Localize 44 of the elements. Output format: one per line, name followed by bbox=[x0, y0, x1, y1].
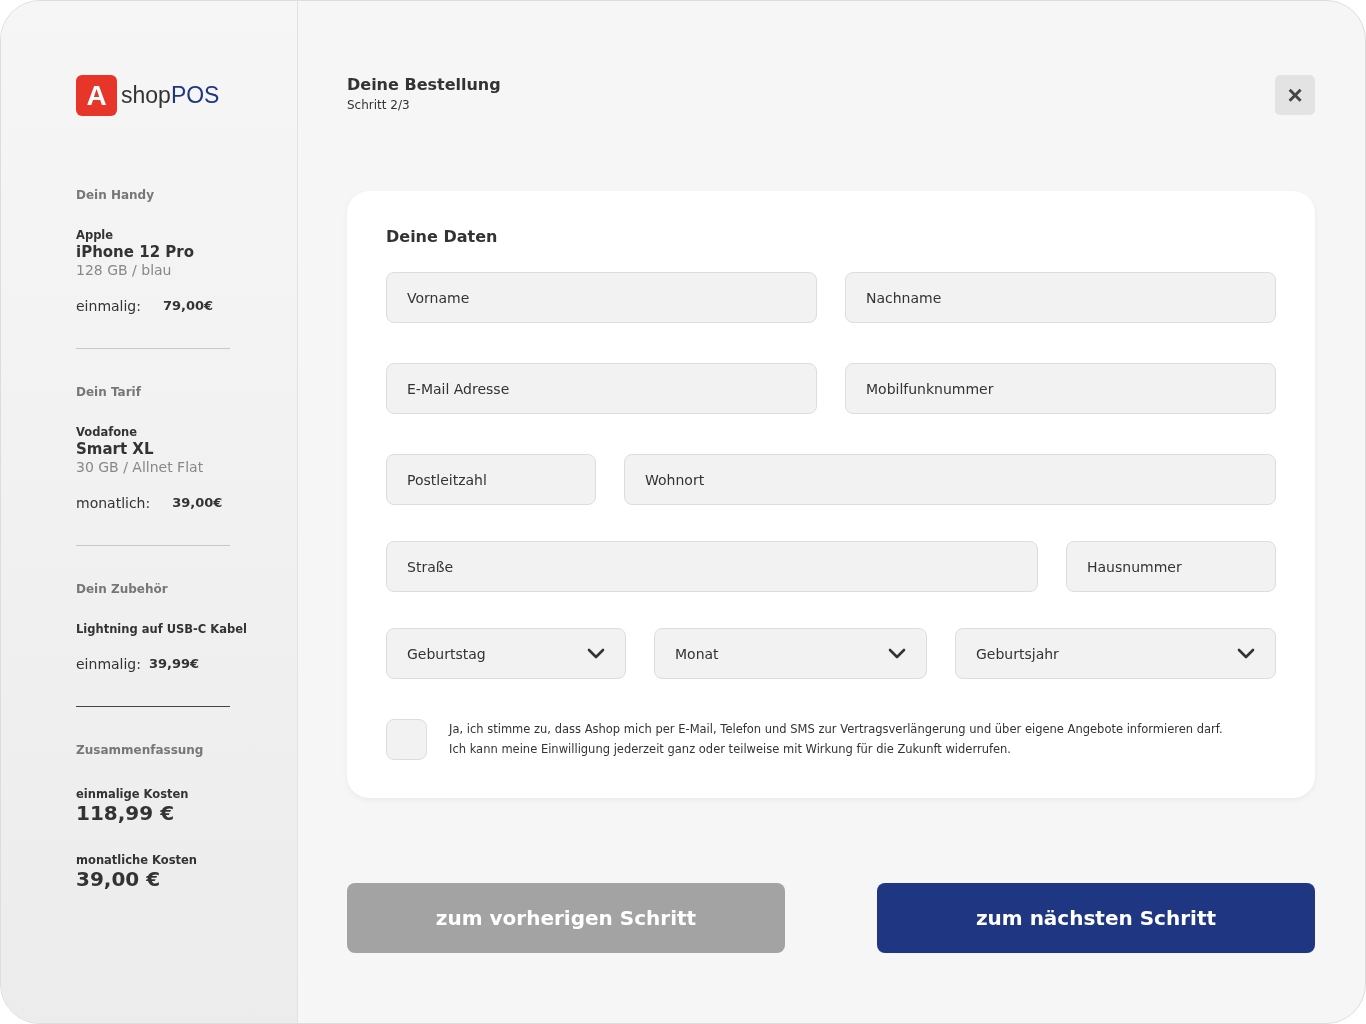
page-title: Deine Bestellung bbox=[347, 75, 501, 94]
price-value: 79,00€ bbox=[163, 298, 214, 314]
price-label: einmalig: bbox=[76, 656, 141, 672]
input-field[interactable]: Nachname bbox=[845, 272, 1276, 323]
product-detail: 30 GB / Allnet Flat bbox=[76, 459, 205, 475]
section-heading: Dein Tarif bbox=[76, 385, 142, 399]
consent-checkbox[interactable] bbox=[386, 719, 427, 760]
input-field[interactable]: Wohnort bbox=[624, 454, 1276, 505]
product-brand: Vodafone bbox=[76, 425, 138, 439]
product-detail: 128 GB / blau bbox=[76, 262, 173, 278]
input-field[interactable]: Vorname bbox=[386, 272, 817, 323]
cost-amount: 118,99 € bbox=[76, 801, 176, 825]
price-value: 39,00€ bbox=[172, 495, 223, 511]
input-field[interactable]: Hausnummer bbox=[1066, 541, 1276, 592]
logo-mark: A bbox=[76, 75, 117, 116]
select-field[interactable]: Geburtsjahr bbox=[955, 628, 1276, 679]
chevron-down-icon bbox=[1237, 648, 1255, 659]
close-button[interactable]: × bbox=[1275, 75, 1315, 115]
price-label: monatlich: bbox=[76, 495, 151, 511]
chevron-down-icon bbox=[888, 648, 906, 659]
cost-amount: 39,00 € bbox=[76, 867, 162, 891]
cost-label: monatliche Kosten bbox=[76, 853, 197, 867]
section-heading: Dein Handy bbox=[76, 188, 156, 202]
cost-label: einmalige Kosten bbox=[76, 787, 189, 801]
next-step-button[interactable]: zum nächsten Schritt bbox=[877, 883, 1315, 953]
input-field[interactable]: Mobilfunknummer bbox=[845, 363, 1276, 414]
step-indicator: Schritt 2/3 bbox=[347, 98, 411, 112]
price-label: einmalig: bbox=[76, 298, 141, 314]
consent-text: Ja, ich stimme zu, dass Ashop mich per E-Mail, Telefon und SMS zur Vertragsverlängerung und über eigene Angebote informieren darf. Ich kann meine Einwilligung jederzeit ganz oder teilweise mit Wirkung für die Zukunft widerrufen. bbox=[449, 721, 1223, 758]
section-heading: Dein Zubehör bbox=[76, 582, 169, 596]
product-name: Smart XL bbox=[76, 440, 155, 458]
input-field[interactable]: Straße bbox=[386, 541, 1038, 592]
chevron-down-icon bbox=[587, 648, 605, 659]
product-brand: Lightning auf USB-C Kabel bbox=[76, 622, 247, 636]
logo-text: shopPOS bbox=[121, 82, 220, 109]
price-value: 39,99€ bbox=[149, 656, 200, 672]
product-name: iPhone 12 Pro bbox=[76, 243, 195, 261]
input-field[interactable]: Postleitzahl bbox=[386, 454, 596, 505]
input-field[interactable]: E-Mail Adresse bbox=[386, 363, 817, 414]
product-brand: Apple bbox=[76, 228, 114, 242]
form-title: Deine Daten bbox=[386, 227, 499, 246]
section-heading: Zusammenfassung bbox=[76, 743, 205, 757]
select-field[interactable]: Monat bbox=[654, 628, 927, 679]
select-field[interactable]: Geburtstag bbox=[386, 628, 626, 679]
